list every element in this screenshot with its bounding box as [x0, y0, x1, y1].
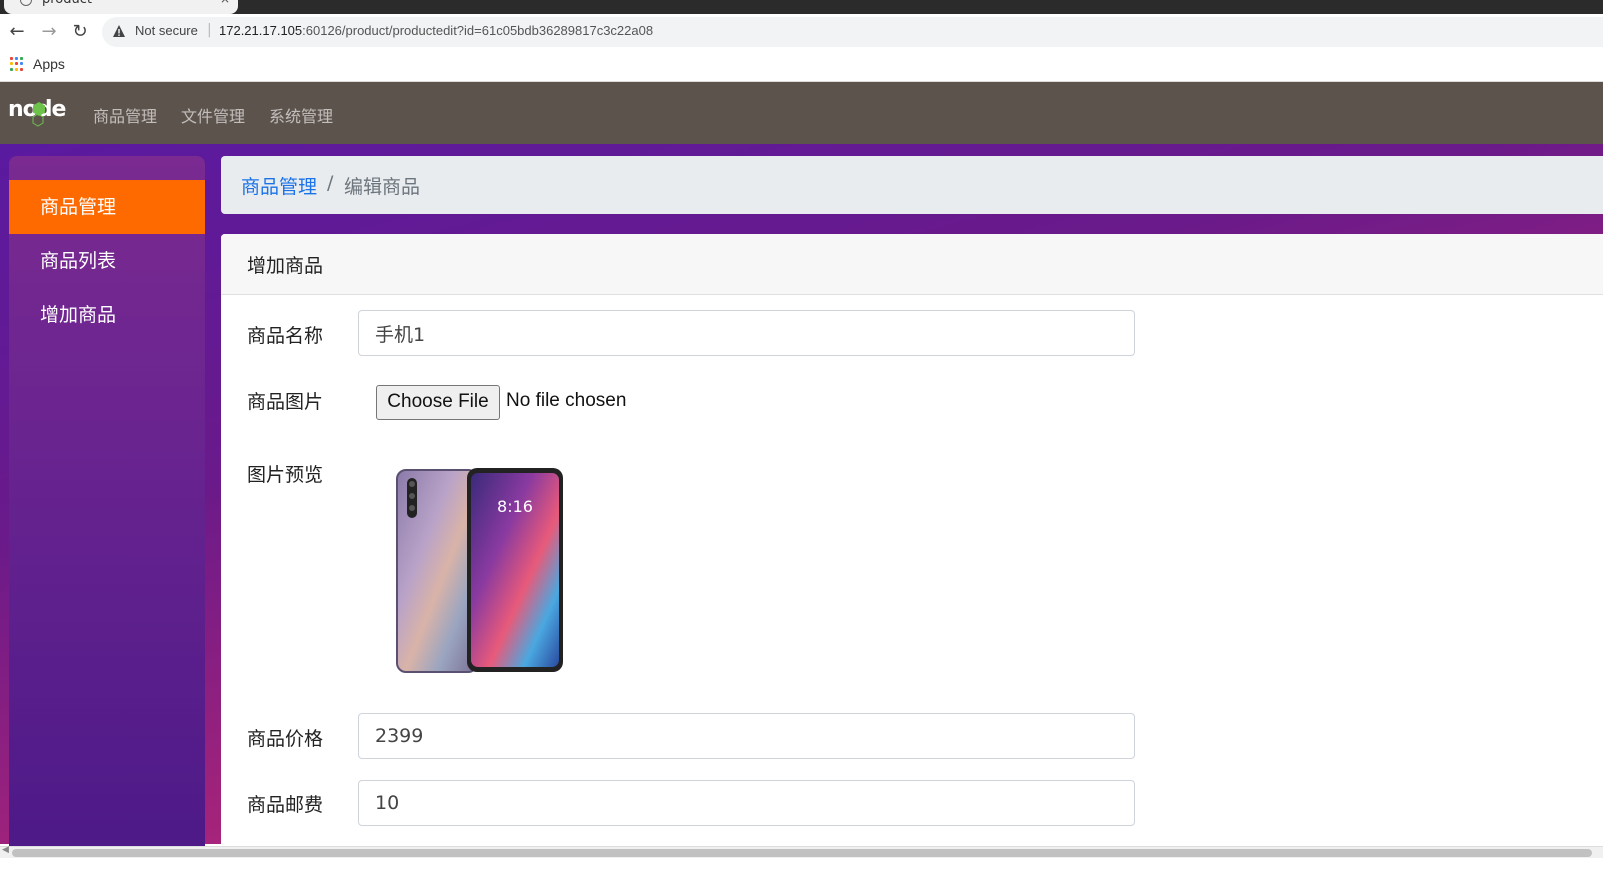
- top-navbar: node 商品管理 文件管理 系统管理: [0, 82, 1603, 144]
- breadcrumb-separator: /: [327, 172, 334, 194]
- apps-grid-icon[interactable]: [10, 57, 24, 71]
- tab-title: product: [42, 0, 92, 7]
- url-path: :60126/product/productedit?id=61c05bdb36…: [302, 23, 654, 38]
- warning-icon: [113, 25, 125, 37]
- url-text[interactable]: 172.21.17.105:60126/product/productedit?…: [219, 23, 653, 38]
- sidebar-item-product-list[interactable]: 商品列表: [9, 234, 205, 288]
- card-title: 增加商品: [247, 255, 324, 277]
- nav-file-management[interactable]: 文件管理: [181, 103, 245, 127]
- sidebar: 商品管理 商品列表 增加商品: [9, 156, 205, 846]
- node-logo[interactable]: node: [8, 94, 70, 130]
- product-price-input[interactable]: [358, 713, 1135, 759]
- scrollbar-thumb[interactable]: [12, 849, 1592, 857]
- nav-product-management[interactable]: 商品管理: [93, 103, 157, 127]
- not-secure-label[interactable]: Not secure: [135, 23, 198, 38]
- globe-icon: [20, 0, 32, 6]
- product-shipping-label: 商品邮费: [247, 794, 324, 816]
- file-status-text: No file chosen: [506, 390, 627, 411]
- breadcrumb: 商品管理 / 编辑商品: [221, 156, 1603, 214]
- product-price-label: 商品价格: [247, 728, 324, 750]
- product-preview-image: 8:16: [396, 468, 563, 673]
- sidebar-item-product-management[interactable]: 商品管理: [9, 180, 205, 234]
- tab-close-icon[interactable]: ×: [220, 0, 230, 6]
- sidebar-item-add-product[interactable]: 增加商品: [9, 288, 205, 342]
- browser-tab[interactable]: product ×: [4, 0, 238, 14]
- browser-tabstrip: product ×: [0, 0, 1603, 14]
- breadcrumb-current: 编辑商品: [344, 176, 421, 198]
- product-image-label: 商品图片: [247, 391, 324, 413]
- back-arrow-icon[interactable]: ←: [5, 20, 29, 44]
- scroll-left-icon[interactable]: ◀: [2, 845, 9, 855]
- card-header: 增加商品: [221, 234, 1603, 295]
- horizontal-scrollbar[interactable]: ◀: [0, 845, 1603, 858]
- nav-system-management[interactable]: 系统管理: [269, 103, 333, 127]
- page-bottom: [0, 858, 1603, 878]
- product-name-label: 商品名称: [247, 325, 324, 347]
- svg-text:8:16: 8:16: [497, 497, 533, 516]
- browser-toolbar: ← → ↻ Not secure | 172.21.17.105:60126/p…: [0, 14, 1603, 50]
- forward-arrow-icon[interactable]: →: [37, 20, 61, 44]
- reload-icon[interactable]: ↻: [68, 20, 92, 44]
- apps-bookmark[interactable]: Apps: [33, 56, 65, 72]
- url-host: 172.21.17.105: [219, 23, 303, 38]
- breadcrumb-link-product-management[interactable]: 商品管理: [241, 172, 317, 199]
- bookmarks-bar: Apps: [0, 50, 1603, 82]
- product-name-input[interactable]: [358, 310, 1135, 356]
- choose-file-button[interactable]: Choose File: [376, 385, 500, 420]
- image-preview-label: 图片预览: [247, 464, 324, 486]
- address-bar[interactable]: Not secure | 172.21.17.105:60126/product…: [102, 17, 1603, 47]
- edit-product-card: 增加商品 商品名称 商品图片 Choose File No file chose…: [221, 234, 1603, 846]
- product-shipping-input[interactable]: [358, 780, 1135, 826]
- url-separator: |: [207, 22, 212, 38]
